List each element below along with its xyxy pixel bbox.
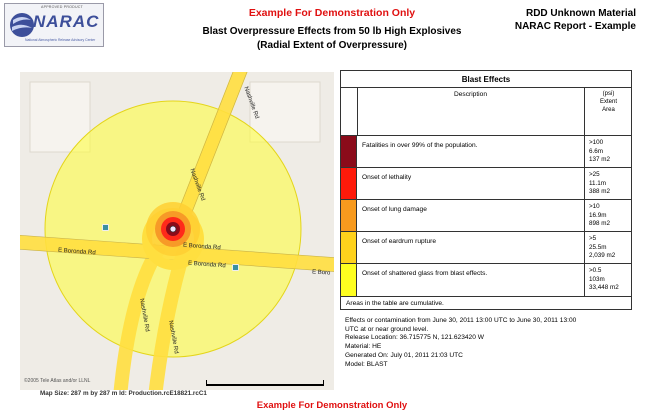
- table-row: Fatalities in over 99% of the population…: [341, 135, 632, 167]
- table-title: Blast Effects: [341, 71, 631, 88]
- material-label: RDD Unknown Material: [525, 8, 636, 19]
- header-psi: (psi): [602, 91, 615, 97]
- info-model: Model: BLAST: [345, 360, 388, 368]
- report-type-label: NARAC Report - Example: [514, 21, 636, 32]
- header-area: Area: [602, 107, 615, 113]
- info-generated-on: Generated On: July 01, 2011 21:03 UTC: [345, 351, 463, 359]
- info-effects-period: Effects or contamination from June 30, 2…: [345, 317, 577, 324]
- header-description: Description: [357, 88, 585, 135]
- row-description: Onset of eardrum rupture: [357, 232, 585, 263]
- blast-effects-table: Blast Effects Description (psi) Extent A…: [340, 70, 632, 310]
- report-subtitle: (Radial Extent of Overpressure): [256, 40, 408, 51]
- row-description: Onset of shattered glass from blast effe…: [357, 264, 585, 296]
- map-size-caption: Map Size: 287 m by 287 m Id: Production.…: [40, 390, 207, 397]
- info-effects-period-cont: UTC at or near ground level.: [345, 325, 429, 333]
- color-swatch: [341, 264, 357, 296]
- demo-notice-bottom: Example For Demonstration Only: [256, 400, 408, 411]
- map-copyright: ©2005 Tele Atlas and/or LLNL: [24, 378, 91, 384]
- poi-marker-right[interactable]: [232, 264, 239, 271]
- color-swatch: [341, 168, 357, 199]
- blast-map[interactable]: Nashville Rd Nashville Rd E Boronda Rd E…: [20, 72, 334, 390]
- header-units: (psi) Extent Area: [585, 88, 632, 135]
- color-swatch: [341, 200, 357, 231]
- row-values: >10 16.9m 898 m2: [589, 203, 611, 227]
- row-values: >0.5 103m 33,448 m2: [589, 267, 619, 291]
- info-material: Material: HE: [345, 343, 382, 351]
- row-description: Fatalities in over 99% of the population…: [357, 136, 585, 167]
- color-swatch: [341, 136, 357, 167]
- poi-marker-left[interactable]: [102, 224, 109, 231]
- row-values: >25 11.1m 388 m2: [589, 171, 611, 195]
- table-row: Onset of shattered glass from blast effe…: [341, 263, 632, 296]
- ground-zero-marker: [169, 225, 177, 233]
- table-row: Onset of lung damage >10 16.9m 898 m2: [341, 199, 632, 231]
- release-info: Effects or contamination from June 30, 2…: [345, 317, 635, 369]
- table-row: Onset of eardrum rupture >5 25.5m 2,039 m2: [341, 231, 632, 263]
- color-swatch: [341, 232, 357, 263]
- map-scale-bar: [206, 380, 324, 386]
- header-extent: Extent: [599, 99, 617, 105]
- row-description: Onset of lung damage: [357, 200, 585, 231]
- road-label-boronda-far-right: E Boro: [311, 269, 331, 277]
- table-row: Onset of lethality >25 11.1m 388 m2: [341, 167, 632, 199]
- row-values: >100 6.6m 137 m2: [589, 139, 611, 163]
- row-values: >5 25.5m 2,039 m2: [589, 235, 616, 259]
- row-description: Onset of lethality: [357, 168, 585, 199]
- table-note: Areas in the table are cumulative.: [341, 296, 632, 310]
- info-release-location: Release Location: 36.715775 N, 121.62342…: [345, 334, 484, 342]
